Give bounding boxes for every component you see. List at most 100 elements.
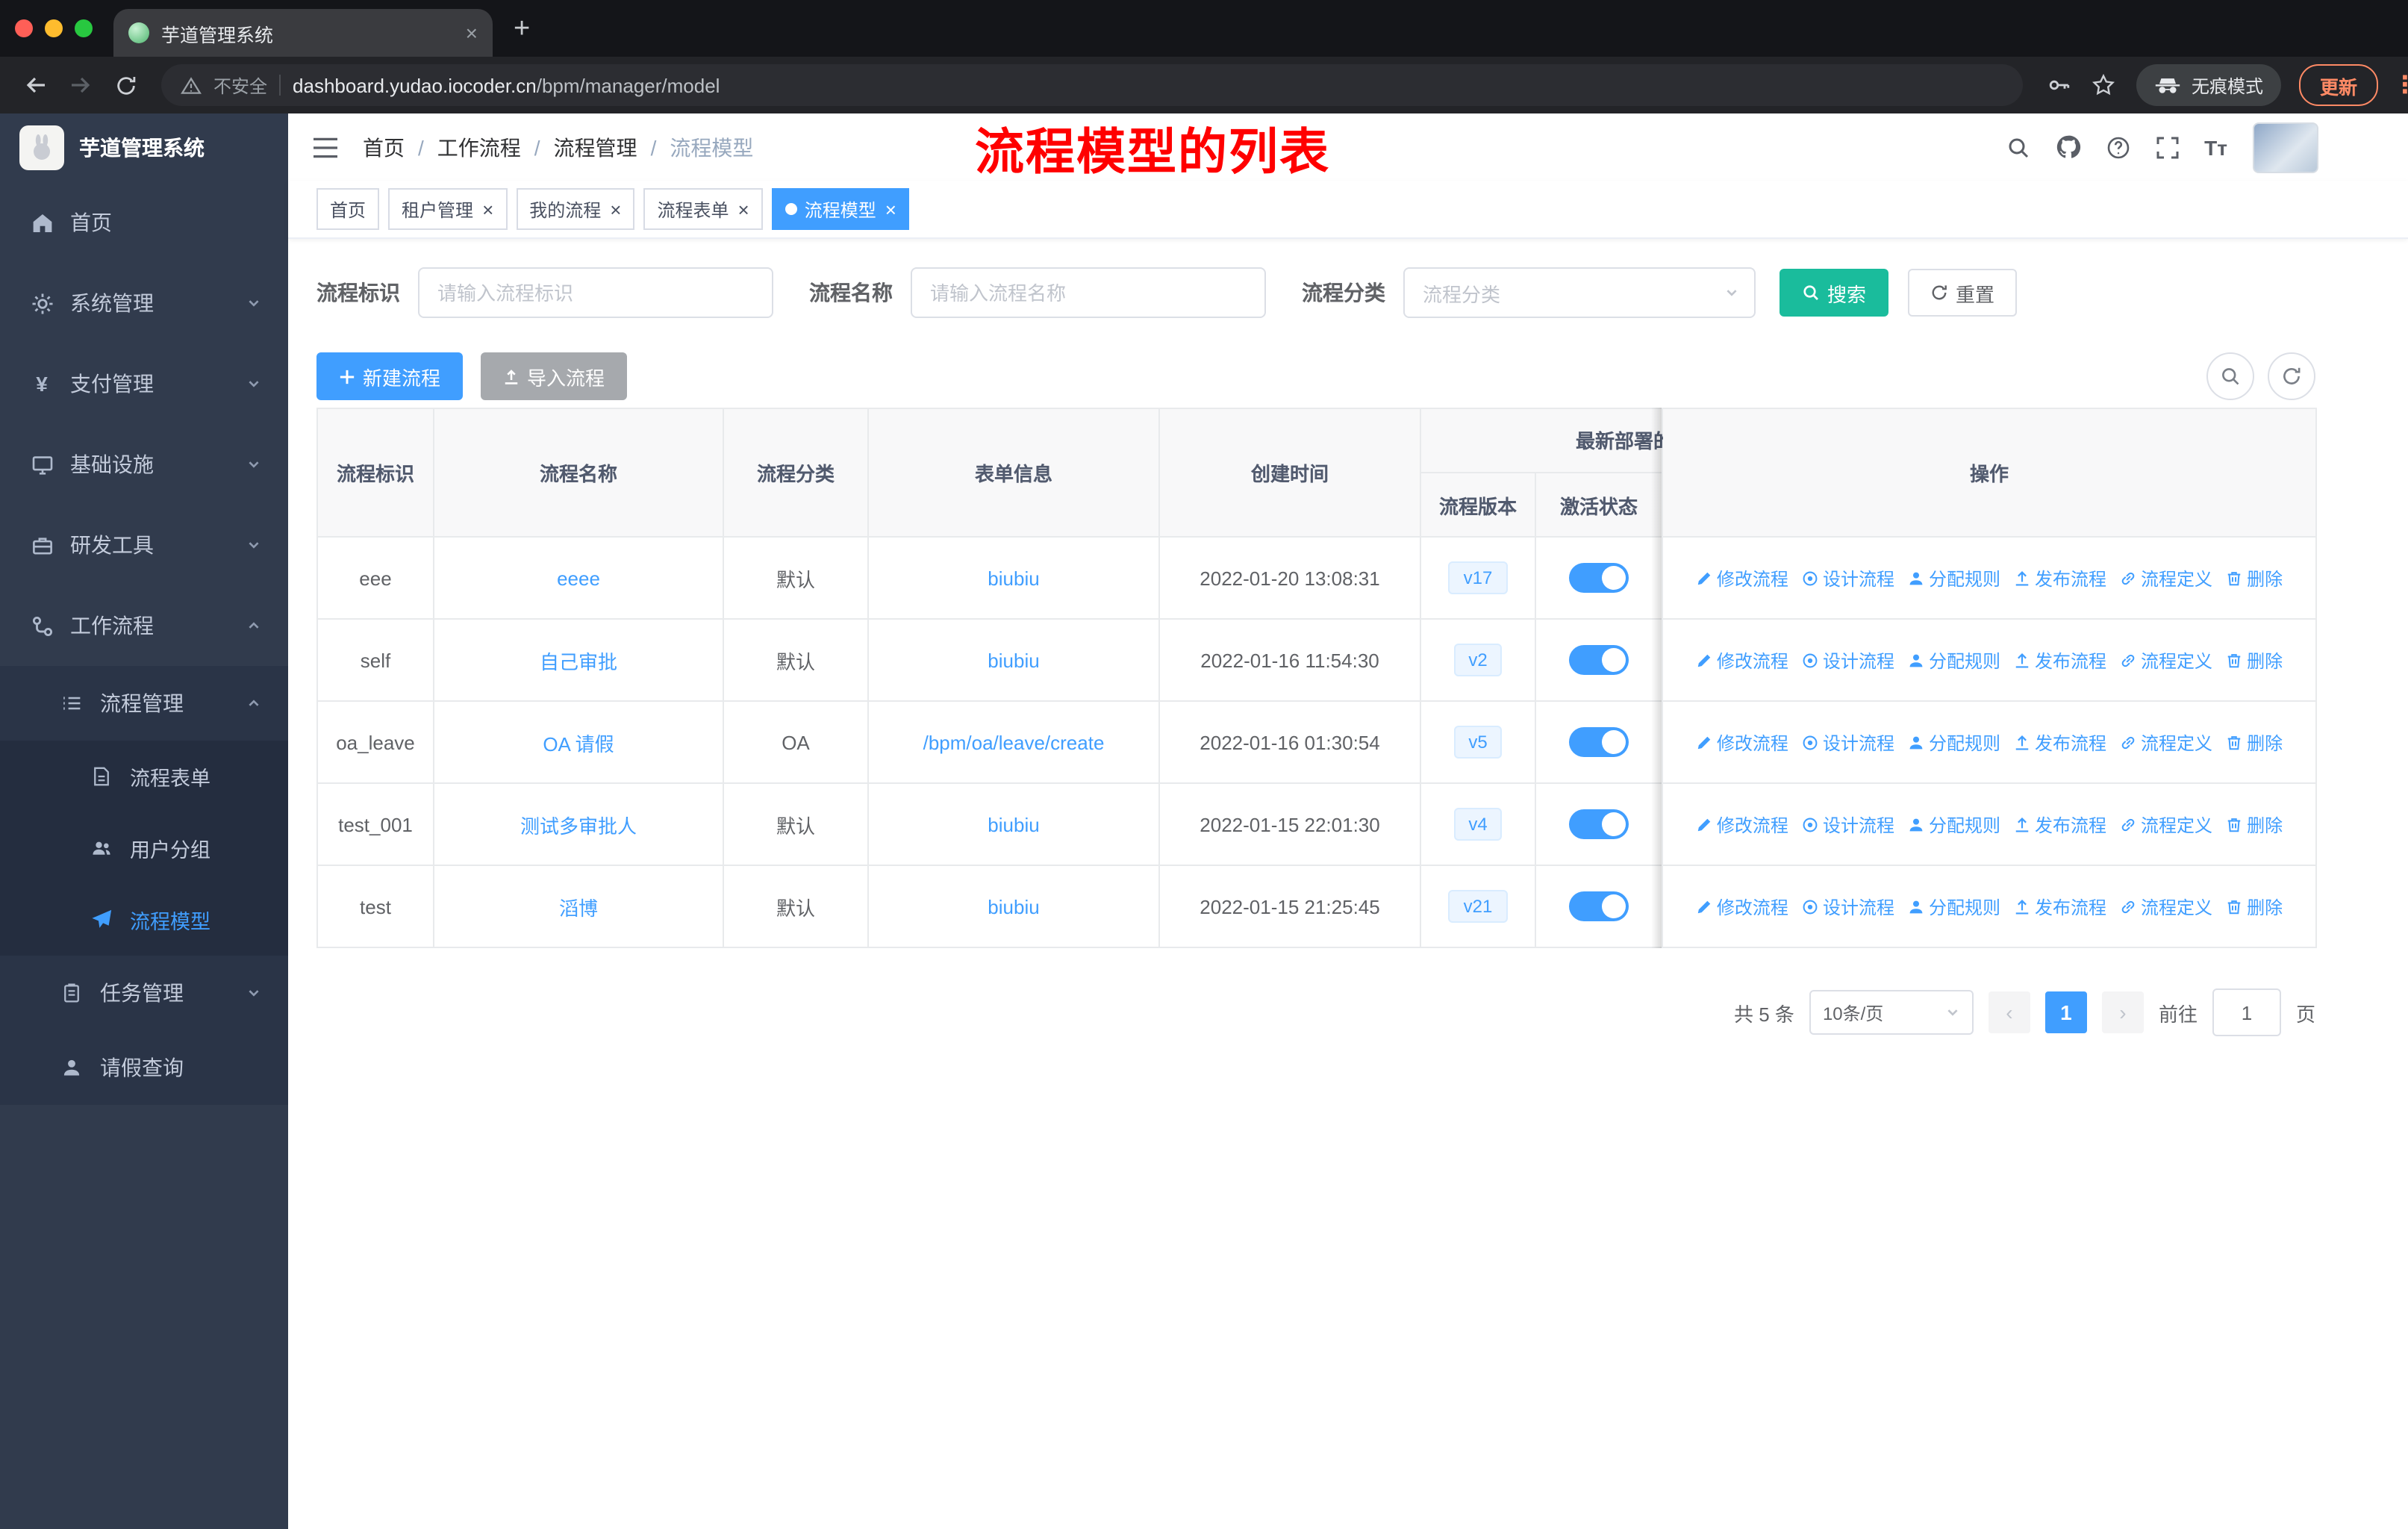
tag-close-icon[interactable]: × xyxy=(885,199,896,219)
active-toggle[interactable] xyxy=(1569,563,1629,593)
active-toggle[interactable] xyxy=(1569,645,1629,675)
toggle-search-button[interactable] xyxy=(2206,352,2254,400)
process-definition-link[interactable]: 流程定义 xyxy=(2120,812,2212,837)
tab-close-icon[interactable]: × xyxy=(466,22,478,43)
delete-process-link[interactable]: 删除 xyxy=(2226,812,2283,837)
sidebar-item-task-management[interactable]: 任务管理 xyxy=(0,956,288,1030)
form-info-link[interactable]: biubiu xyxy=(988,649,1039,671)
delete-process-link[interactable]: 删除 xyxy=(2226,894,2283,919)
delete-process-link[interactable]: 删除 xyxy=(2226,729,2283,755)
reload-button[interactable] xyxy=(105,64,146,106)
help-icon[interactable] xyxy=(2106,135,2130,159)
create-process-button[interactable]: 新建流程 xyxy=(316,352,464,400)
delete-process-link[interactable]: 删除 xyxy=(2226,647,2283,673)
goto-page-input[interactable] xyxy=(2212,988,2281,1036)
design-process-link[interactable]: 设计流程 xyxy=(1802,729,1894,755)
delete-process-link[interactable]: 删除 xyxy=(2226,565,2283,591)
process-name-link[interactable]: 自己审批 xyxy=(540,650,617,673)
view-tag[interactable]: 租户管理 × xyxy=(388,188,508,230)
assign-rules-link[interactable]: 分配规则 xyxy=(1908,894,2000,919)
password-key-icon[interactable] xyxy=(2038,64,2080,106)
breadcrumb-item[interactable]: 工作流程 xyxy=(437,132,521,162)
url-bar[interactable]: 不安全 dashboard.yudao.iocoder.cn/bpm/manag… xyxy=(161,64,2023,106)
refresh-table-button[interactable] xyxy=(2268,352,2315,400)
assign-rules-link[interactable]: 分配规则 xyxy=(1908,565,2000,591)
process-name-link[interactable]: eeee xyxy=(557,567,600,589)
process-name-input[interactable] xyxy=(911,267,1266,318)
view-tag[interactable]: 首页 xyxy=(316,188,380,230)
sidebar-item-infrastructure[interactable]: 基础设施 xyxy=(0,424,288,505)
app-logo[interactable]: 芋道管理系统 xyxy=(0,113,288,182)
sidebar-item-user-group[interactable]: 用户分组 xyxy=(0,812,288,884)
breadcrumb-item[interactable]: 首页 xyxy=(363,132,405,162)
sidebar-collapse-icon[interactable] xyxy=(312,137,339,158)
tag-close-icon[interactable]: × xyxy=(738,199,749,219)
assign-rules-link[interactable]: 分配规则 xyxy=(1908,729,2000,755)
sidebar-item-workflow[interactable]: 工作流程 xyxy=(0,585,288,666)
form-info-link[interactable]: biubiu xyxy=(988,895,1039,918)
tag-close-icon[interactable]: × xyxy=(482,199,493,219)
close-window-button[interactable] xyxy=(15,19,33,37)
sidebar-item-process-management[interactable]: 流程管理 xyxy=(0,666,288,741)
process-name-link[interactable]: OA 请假 xyxy=(543,732,614,755)
tag-close-icon[interactable]: × xyxy=(610,199,621,219)
zoom-window-button[interactable] xyxy=(75,19,93,37)
sidebar-item-system[interactable]: 系统管理 xyxy=(0,263,288,343)
modify-process-link[interactable]: 修改流程 xyxy=(1696,812,1788,837)
github-icon[interactable] xyxy=(2055,134,2080,160)
form-info-link[interactable]: /bpm/oa/leave/create xyxy=(923,731,1105,753)
sidebar-item-payment[interactable]: ¥ 支付管理 xyxy=(0,343,288,424)
form-info-link[interactable]: biubiu xyxy=(988,567,1039,589)
design-process-link[interactable]: 设计流程 xyxy=(1802,647,1894,673)
next-page-button[interactable]: › xyxy=(2101,991,2144,1033)
process-name-link[interactable]: 滔博 xyxy=(559,897,598,919)
form-info-link[interactable]: biubiu xyxy=(988,813,1039,835)
page-number-button[interactable]: 1 xyxy=(2044,991,2087,1033)
publish-process-link[interactable]: 发布流程 xyxy=(2014,565,2106,591)
incognito-badge[interactable]: 无痕模式 xyxy=(2136,64,2281,106)
process-definition-link[interactable]: 流程定义 xyxy=(2120,729,2212,755)
prev-page-button[interactable]: ‹ xyxy=(1988,991,2030,1033)
assign-rules-link[interactable]: 分配规则 xyxy=(1908,647,2000,673)
publish-process-link[interactable]: 发布流程 xyxy=(2014,647,2106,673)
fullscreen-icon[interactable] xyxy=(2155,135,2179,159)
assign-rules-link[interactable]: 分配规则 xyxy=(1908,812,2000,837)
sidebar-item-home[interactable]: 首页 xyxy=(0,182,288,263)
active-toggle[interactable] xyxy=(1569,809,1629,839)
search-icon[interactable] xyxy=(2006,135,2030,159)
modify-process-link[interactable]: 修改流程 xyxy=(1696,729,1788,755)
new-tab-button[interactable]: + xyxy=(514,14,530,43)
process-definition-link[interactable]: 流程定义 xyxy=(2120,647,2212,673)
reset-button[interactable]: 重置 xyxy=(1908,269,2018,317)
process-definition-link[interactable]: 流程定义 xyxy=(2120,565,2212,591)
modify-process-link[interactable]: 修改流程 xyxy=(1696,647,1788,673)
security-label[interactable]: 不安全 xyxy=(213,72,267,98)
process-id-input[interactable] xyxy=(418,267,773,318)
view-tag[interactable]: 我的流程 × xyxy=(516,188,635,230)
breadcrumb-item[interactable]: 流程管理 xyxy=(554,132,637,162)
sidebar-item-process-model[interactable]: 流程模型 xyxy=(0,884,288,956)
chrome-update-button[interactable]: 更新 xyxy=(2298,64,2378,106)
search-button[interactable]: 搜索 xyxy=(1780,269,1889,317)
design-process-link[interactable]: 设计流程 xyxy=(1802,894,1894,919)
publish-process-link[interactable]: 发布流程 xyxy=(2014,894,2106,919)
sidebar-item-process-form[interactable]: 流程表单 xyxy=(0,741,288,812)
modify-process-link[interactable]: 修改流程 xyxy=(1696,565,1788,591)
back-button[interactable] xyxy=(15,64,57,106)
import-process-button[interactable]: 导入流程 xyxy=(481,352,628,400)
bookmark-star-icon[interactable] xyxy=(2083,64,2124,106)
active-toggle[interactable] xyxy=(1569,891,1629,921)
sidebar-item-devtools[interactable]: 研发工具 xyxy=(0,505,288,585)
modify-process-link[interactable]: 修改流程 xyxy=(1696,894,1788,919)
view-tag[interactable]: 流程表单 × xyxy=(643,188,763,230)
active-toggle[interactable] xyxy=(1569,727,1629,757)
category-select[interactable]: 流程分类 xyxy=(1403,267,1756,318)
user-avatar[interactable] xyxy=(2253,122,2318,172)
browser-menu-icon[interactable]: ⋮ xyxy=(2387,70,2408,100)
page-size-select[interactable]: 10条/页 xyxy=(1809,990,1974,1035)
sidebar-item-leave-query[interactable]: 请假查询 xyxy=(0,1030,288,1105)
process-name-link[interactable]: 测试多审批人 xyxy=(520,815,637,837)
browser-tab[interactable]: 芋道管理系统 × xyxy=(113,9,493,57)
publish-process-link[interactable]: 发布流程 xyxy=(2014,812,2106,837)
forward-button[interactable] xyxy=(60,64,102,106)
